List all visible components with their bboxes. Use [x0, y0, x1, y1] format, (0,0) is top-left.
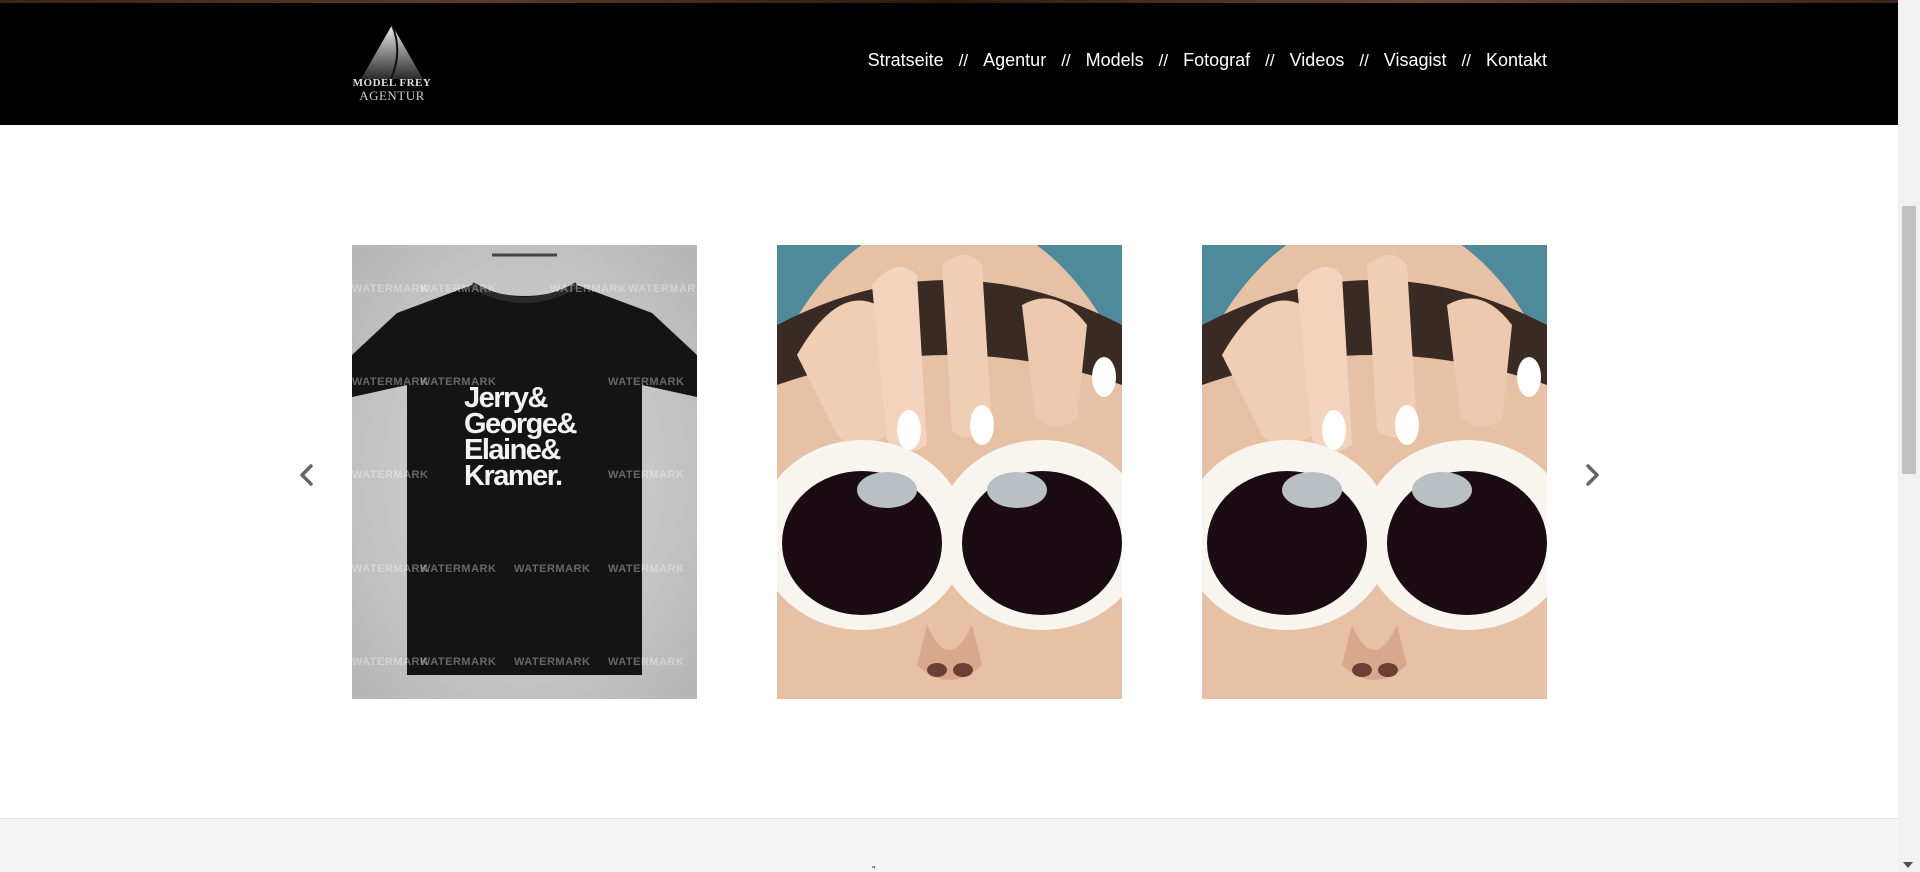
site-header: MODEL FREY AGENTUR Stratseite // Agentur…	[0, 3, 1898, 125]
watermark-text: WATERMARK	[352, 563, 429, 575]
chevron-left-icon	[300, 464, 313, 486]
watermark-text: WATERMARK	[628, 283, 697, 295]
tshirt-print-text: Jerry& George& Elaine& Kramer.	[464, 384, 614, 492]
carousel-slide-tshirt[interactable]: WATERMARK WATERMARK WATERMARK WATERMARK …	[352, 245, 697, 699]
woman-white-sunglasses-image	[777, 245, 1122, 699]
logo-line-2: AGENTUR	[359, 88, 425, 103]
watermark-text: WATERMARK	[514, 563, 591, 575]
watermark-text: WATERMARK	[420, 563, 497, 575]
watermark-text: WATERMARK	[420, 283, 497, 295]
watermark-text: WATERMARK	[608, 563, 685, 575]
footer-mark: "	[872, 865, 876, 872]
watermark-text: WATERMARK	[608, 469, 685, 481]
carousel-next-button[interactable]	[1577, 457, 1607, 493]
watermark-text: WATERMARK	[352, 283, 429, 295]
watermark-text: WATERMARK	[352, 376, 429, 388]
nav-item-kontakt[interactable]: Kontakt	[1486, 50, 1547, 71]
carousel-slide-sunglasses[interactable]	[777, 245, 1122, 699]
watermark-text: WATERMARK	[608, 656, 685, 668]
carousel-prev-button[interactable]	[292, 457, 322, 493]
nav-separator: //	[1359, 50, 1369, 70]
tshirt-line: Kramer.	[464, 460, 563, 492]
watermark-text: WATERMARK	[608, 376, 685, 388]
watermark-text: WATERMARK	[420, 656, 497, 668]
nav-separator: //	[958, 50, 969, 70]
watermark-text: WATERMARK	[352, 656, 429, 668]
watermark-text: WATERMARK	[514, 656, 591, 668]
site-footer: "	[0, 818, 1898, 872]
nav-item-stratseite[interactable]: Stratseite	[868, 50, 944, 71]
chevron-right-icon	[1586, 464, 1599, 486]
page: MODEL FREY AGENTUR Stratseite // Agentur…	[0, 0, 1920, 872]
nav-separator: //	[1265, 50, 1275, 70]
nav-separator: //	[1061, 50, 1071, 70]
woman-white-sunglasses-image	[1202, 245, 1547, 699]
nav-item-models[interactable]: Models	[1086, 50, 1144, 71]
nav-separator: //	[1461, 50, 1471, 70]
site-logo[interactable]: MODEL FREY AGENTUR	[351, 21, 433, 103]
nav-item-videos[interactable]: Videos	[1290, 50, 1345, 71]
watermark-text: WATERMARK	[352, 469, 429, 481]
nav-item-fotograf[interactable]: Fotograf	[1183, 50, 1250, 71]
main-nav: Stratseite // Agentur // Models // Fotog…	[868, 50, 1547, 71]
image-carousel: WATERMARK WATERMARK WATERMARK WATERMARK …	[0, 125, 1898, 818]
watermark-text: WATERMARK	[550, 283, 627, 295]
scroll-down-arrow-icon[interactable]	[1903, 862, 1913, 868]
nav-separator: //	[1158, 50, 1169, 70]
scrollbar-thumb[interactable]	[1902, 206, 1916, 474]
nav-item-agentur[interactable]: Agentur	[983, 50, 1046, 71]
nav-item-visagist[interactable]: Visagist	[1384, 50, 1447, 71]
carousel-slide-sunglasses[interactable]	[1202, 245, 1547, 699]
page-scrollbar[interactable]	[1898, 0, 1920, 872]
